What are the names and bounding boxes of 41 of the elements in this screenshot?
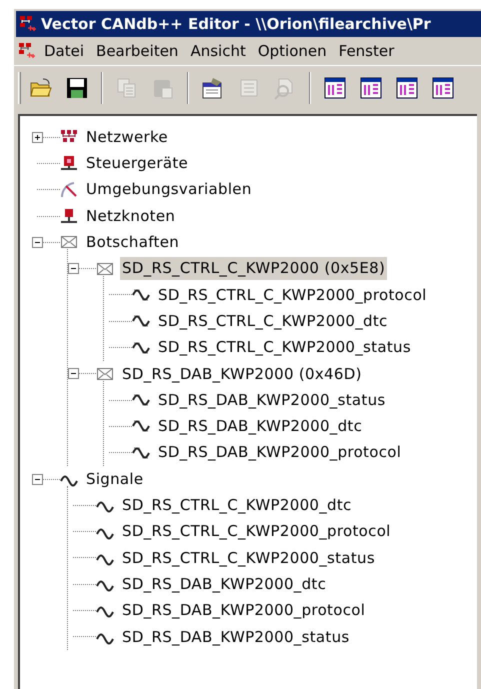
- collapse-icon[interactable]: [68, 368, 79, 380]
- tree-item[interactable]: Signale: [84, 468, 146, 490]
- tree-item[interactable]: SD_RS_DAB_KWP2000_protocol: [120, 599, 368, 622]
- table-view-icon[interactable]: [359, 76, 383, 100]
- tree-item[interactable]: SD_RS_CTRL_C_KWP2000_status: [156, 336, 413, 359]
- open-folder-icon[interactable]: [29, 76, 53, 100]
- tree-item[interactable]: SD_RS_CTRL_C_KWP2000_dtc: [120, 494, 354, 517]
- tree-item[interactable]: SD_RS_DAB_KWP2000_dtc: [156, 415, 364, 438]
- window-title: Vector CANdb++ Editor - \\Orion\filearchive\Pr: [41, 14, 431, 35]
- tree-item[interactable]: SD_RS_CTRL_C_KWP2000_status: [120, 546, 377, 570]
- app-icon[interactable]: [18, 42, 36, 60]
- tree-item[interactable]: Umgebungsvariablen: [84, 178, 254, 201]
- tree-item[interactable]: SD_RS_CTRL_C_KWP2000_protocol: [156, 284, 429, 306]
- tree-item[interactable]: SD_RS_DAB_KWP2000 (0x46D): [120, 362, 364, 386]
- gauge-icon: [60, 180, 78, 199]
- table-view-icon[interactable]: [323, 76, 347, 100]
- node-icon: [60, 207, 78, 226]
- tree-item[interactable]: SD_RS_DAB_KWP2000_dtc: [120, 572, 328, 596]
- tree-item[interactable]: SD_RS_CTRL_C_KWP2000_dtc: [156, 310, 390, 332]
- tree-item[interactable]: SD_RS_CTRL_C_KWP2000 (0x5E8): [120, 257, 388, 280]
- table-view-icon[interactable]: [395, 76, 419, 100]
- collapse-icon[interactable]: [68, 263, 79, 274]
- app-icon: [19, 15, 37, 33]
- tree-item[interactable]: SD_RS_CTRL_C_KWP2000_protocol: [120, 520, 393, 543]
- menu-item[interactable]: Datei: [38, 40, 90, 62]
- tree-item[interactable]: Netzknoten: [84, 204, 178, 228]
- menu-item[interactable]: Fenster: [332, 40, 400, 62]
- menu-item[interactable]: Bearbeiten: [90, 40, 184, 62]
- expand-icon[interactable]: [32, 132, 43, 143]
- tree-item[interactable]: Botschaften: [84, 231, 182, 254]
- collapse-icon[interactable]: [32, 236, 43, 248]
- tree-item[interactable]: SD_RS_DAB_KWP2000_status: [120, 626, 352, 648]
- menu-item[interactable]: Ansicht: [184, 40, 252, 62]
- collapse-icon[interactable]: [32, 474, 43, 484]
- table-view-icon[interactable]: [431, 76, 455, 100]
- tree-item[interactable]: SD_RS_DAB_KWP2000_protocol: [156, 441, 404, 464]
- control-unit-icon: [60, 154, 78, 172]
- tree-item[interactable]: Steuergeräte: [84, 152, 190, 175]
- tree-item[interactable]: Netzwerke: [84, 126, 170, 148]
- tree-item[interactable]: SD_RS_DAB_KWP2000_status: [156, 388, 388, 412]
- menu-item[interactable]: Optionen: [252, 40, 333, 62]
